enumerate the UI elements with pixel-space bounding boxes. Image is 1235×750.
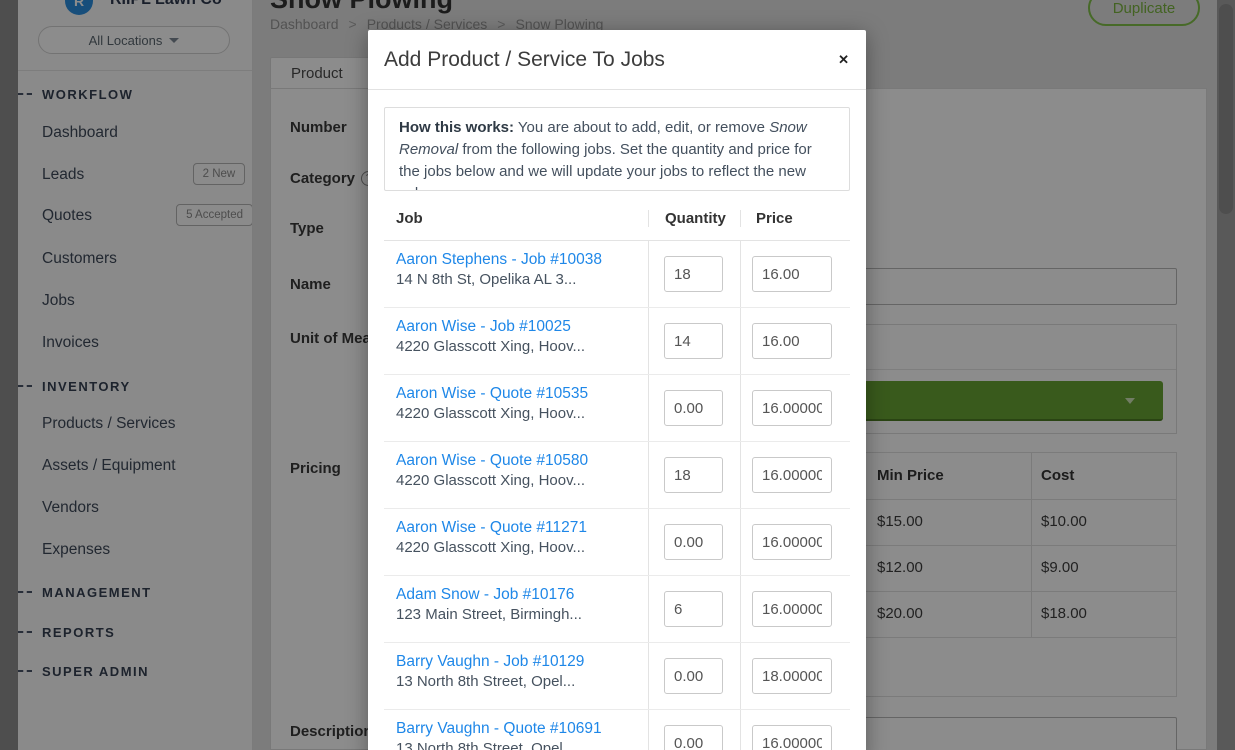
how-this-works-note: How this works: You are about to add, ed… bbox=[384, 107, 850, 191]
price-input[interactable] bbox=[752, 591, 832, 627]
job-link[interactable]: Barry Vaughn - Quote #10691 bbox=[396, 720, 648, 738]
job-address: 13 North 8th Street, Opel... bbox=[396, 740, 648, 750]
job-column-header: Job bbox=[384, 210, 648, 227]
quantity-input[interactable] bbox=[664, 591, 723, 627]
job-link[interactable]: Aaron Wise - Job #10025 bbox=[396, 318, 648, 336]
price-column-header: Price bbox=[740, 210, 850, 227]
job-link[interactable]: Adam Snow - Job #10176 bbox=[396, 586, 648, 604]
modal-header: Add Product / Service To Jobs ✕ bbox=[368, 30, 866, 90]
price-input[interactable] bbox=[752, 725, 832, 750]
job-link[interactable]: Aaron Wise - Quote #10535 bbox=[396, 385, 648, 403]
job-row: Adam Snow - Job #10176 123 Main Street, B… bbox=[384, 576, 850, 643]
quantity-input[interactable] bbox=[664, 457, 723, 493]
job-row: Barry Vaughn - Job #10129 13 North 8th St… bbox=[384, 643, 850, 710]
modal-title: Add Product / Service To Jobs bbox=[384, 30, 665, 90]
jobs-table: Job Quantity Price Aaron Stephens - Job … bbox=[384, 197, 850, 750]
price-input[interactable] bbox=[752, 457, 832, 493]
job-address: 4220 Glasscott Xing, Hoov... bbox=[396, 539, 648, 556]
price-input[interactable] bbox=[752, 390, 832, 426]
job-row: Aaron Wise - Job #10025 4220 Glasscott Xi… bbox=[384, 308, 850, 375]
job-address: 4220 Glasscott Xing, Hoov... bbox=[396, 405, 648, 422]
jobs-table-header-row: Job Quantity Price bbox=[384, 197, 850, 241]
job-address: 123 Main Street, Birmingh... bbox=[396, 606, 648, 623]
job-address: 4220 Glasscott Xing, Hoov... bbox=[396, 338, 648, 355]
price-input[interactable] bbox=[752, 323, 832, 359]
job-row: Barry Vaughn - Quote #10691 13 North 8th … bbox=[384, 710, 850, 750]
quantity-input[interactable] bbox=[664, 390, 723, 426]
quantity-input[interactable] bbox=[664, 725, 723, 750]
job-link[interactable]: Barry Vaughn - Job #10129 bbox=[396, 653, 648, 671]
job-address: 14 N 8th St, Opelika AL 3... bbox=[396, 271, 648, 288]
modal-body: How this works: You are about to add, ed… bbox=[368, 107, 866, 750]
job-link[interactable]: Aaron Wise - Quote #11271 bbox=[396, 519, 648, 537]
job-address: 4220 Glasscott Xing, Hoov... bbox=[396, 472, 648, 489]
price-input[interactable] bbox=[752, 256, 832, 292]
close-icon[interactable]: ✕ bbox=[838, 52, 849, 68]
quantity-input[interactable] bbox=[664, 256, 723, 292]
job-row: Aaron Stephens - Job #10038 14 N 8th St, … bbox=[384, 241, 850, 308]
price-input[interactable] bbox=[752, 524, 832, 560]
job-address: 13 North 8th Street, Opel... bbox=[396, 673, 648, 690]
price-input[interactable] bbox=[752, 658, 832, 694]
quantity-input[interactable] bbox=[664, 323, 723, 359]
job-link[interactable]: Aaron Wise - Quote #10580 bbox=[396, 452, 648, 470]
job-row: Aaron Wise - Quote #11271 4220 Glasscott … bbox=[384, 509, 850, 576]
quantity-input[interactable] bbox=[664, 524, 723, 560]
job-link[interactable]: Aaron Stephens - Job #10038 bbox=[396, 251, 648, 269]
quantity-input[interactable] bbox=[664, 658, 723, 694]
job-row: Aaron Wise - Quote #10580 4220 Glasscott … bbox=[384, 442, 850, 509]
add-product-service-to-jobs-modal: Add Product / Service To Jobs ✕ How this… bbox=[368, 30, 866, 750]
quantity-column-header: Quantity bbox=[648, 210, 740, 227]
job-row: Aaron Wise - Quote #10535 4220 Glasscott … bbox=[384, 375, 850, 442]
